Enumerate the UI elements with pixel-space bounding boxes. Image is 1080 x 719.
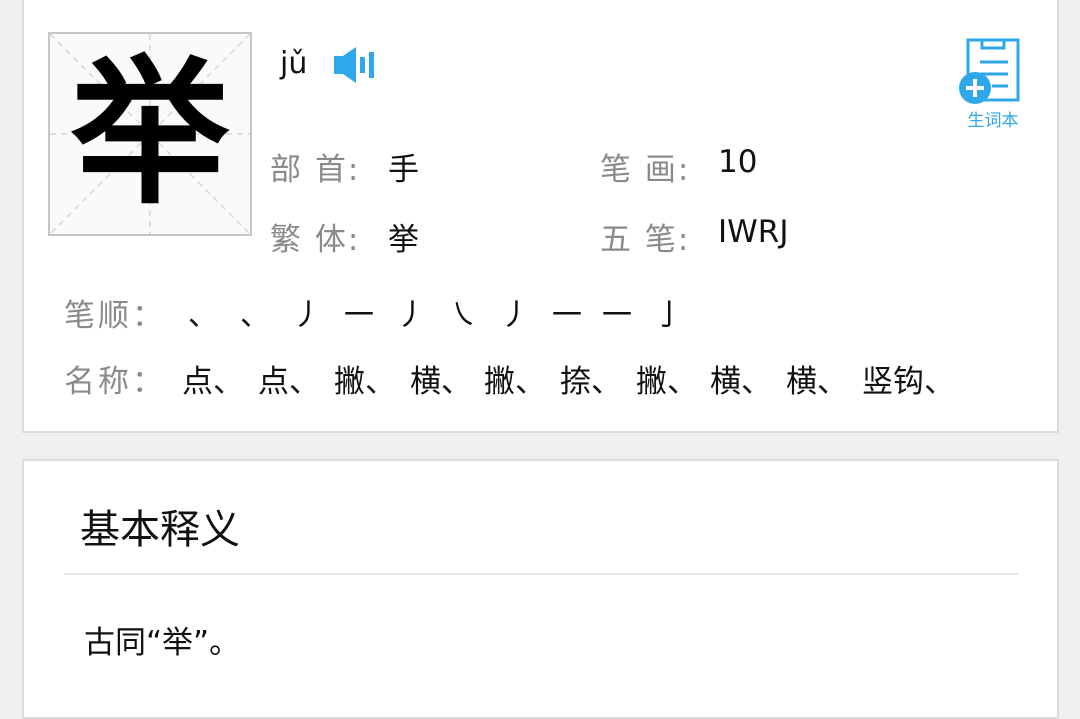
- stroke-name: 横、: [410, 364, 472, 400]
- wubi-label: 五 笔:: [600, 222, 691, 258]
- definition-text: 古同“举”。: [84, 625, 241, 661]
- pinyin: jǔ: [280, 46, 308, 81]
- stroke-name: 横、: [710, 364, 772, 400]
- stroke-order-label: 笔顺：: [64, 298, 166, 334]
- stroke-order-row: 笔顺： 、 、 丿 一 丿 ㇏ 丿 一 一 亅: [64, 290, 1024, 334]
- add-notebook-icon: [959, 38, 1020, 104]
- stroke-glyph: 一: [552, 298, 582, 333]
- character-grid: 举: [48, 32, 252, 236]
- stroke-glyph: 一: [344, 298, 374, 333]
- radical-value: 手: [388, 152, 419, 188]
- traditional-value: 挙: [388, 222, 419, 258]
- stroke-name: 撇、: [484, 364, 546, 400]
- definition-card: 基本释义 古同“举”。: [22, 459, 1059, 719]
- character-card: 举 jǔ 生词本 部 首: 手 笔 画: 10 繁 体: 挙 五 笔: IWRJ…: [22, 0, 1059, 433]
- traditional-label: 繁 体:: [270, 222, 361, 258]
- radical-label: 部 首:: [270, 152, 361, 188]
- stroke-glyph: 一: [602, 298, 632, 333]
- stroke-name: 竖钩、: [862, 364, 955, 400]
- stroke-name: 撇、: [636, 364, 698, 400]
- stroke-glyph: 丿: [500, 298, 530, 333]
- divider: [64, 573, 1018, 575]
- strokes-label: 笔 画:: [600, 152, 691, 188]
- stroke-name: 撇、: [334, 364, 396, 400]
- stroke-names-label: 名称：: [64, 364, 166, 400]
- speaker-icon[interactable]: [332, 44, 378, 86]
- stroke-name: 捺、: [560, 364, 622, 400]
- add-vocab-button[interactable]: 生词本: [958, 38, 1028, 134]
- stroke-glyph: 、: [240, 298, 270, 333]
- character-glyph: 举: [71, 41, 229, 226]
- stroke-glyph: 丿: [292, 298, 322, 333]
- strokes-value: 10: [718, 144, 758, 180]
- stroke-name: 点、: [258, 364, 320, 400]
- stroke-name: 点、: [182, 364, 244, 400]
- stroke-glyph: 亅: [654, 298, 684, 333]
- stroke-glyph: ㇏: [448, 298, 478, 333]
- wubi-value: IWRJ: [718, 214, 789, 250]
- stroke-name: 横、: [786, 364, 848, 400]
- section-title: 基本释义: [80, 507, 240, 553]
- stroke-glyph: 、: [188, 298, 218, 333]
- stroke-names-row: 名称： 点、 点、 撇、 横、 撇、 捺、 撇、 横、 横、 竖钩、: [64, 356, 1024, 400]
- stroke-glyph: 丿: [396, 298, 426, 333]
- vocab-label: 生词本: [967, 111, 1019, 131]
